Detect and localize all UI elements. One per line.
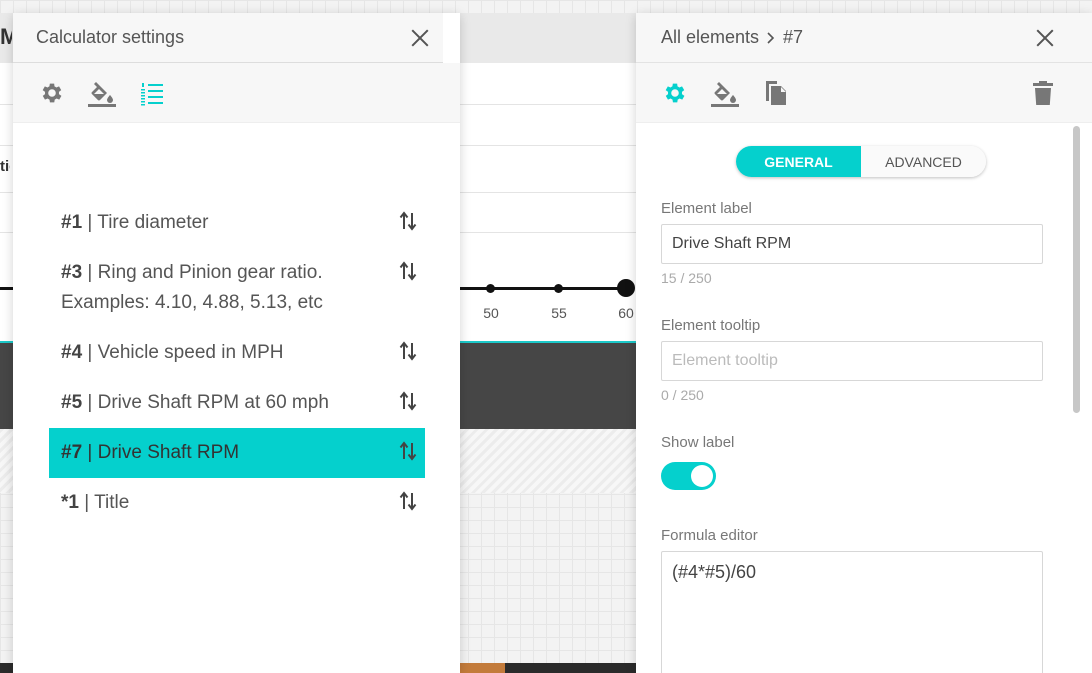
element-name: | Tire diameter [82,212,209,233]
list-item[interactable]: #3 | Ring and Pinion gear ratio. Example… [49,248,425,328]
element-list: #1 | Tire diameter #3 | Ring and Pinion g… [49,198,425,528]
panel-title: Calculator settings [36,27,185,47]
element-name: | Vehicle speed in MPH [82,342,284,363]
gear-icon[interactable] [660,78,690,108]
slider-tick-label: 60 [618,305,634,321]
list-item[interactable]: #1 | Tire diameter [49,198,425,248]
slider-step-dot [486,284,495,293]
tab-advanced[interactable]: ADVANCED [861,146,986,177]
numbered-list-icon[interactable] [137,78,167,108]
element-tooltip-counter: 0 / 250 [661,387,704,403]
panel-header: Calculator settings [13,13,443,63]
settings-tab-switch: GENERAL ADVANCED [736,146,986,177]
element-number: *1 [61,492,79,513]
reorder-icon[interactable] [399,259,417,283]
slider-tick-label: 50 [483,305,499,321]
reorder-icon[interactable] [399,389,417,413]
slider-tick-label: 55 [551,305,567,321]
chevron-right-icon [767,31,775,44]
breadcrumb: All elements #7 [661,27,803,48]
panel-header: All elements #7 [636,13,1092,63]
element-label-input[interactable] [661,224,1043,264]
element-label-counter: 15 / 250 [661,270,712,286]
list-item[interactable]: *1 | Title [49,478,425,528]
breadcrumb-current: #7 [783,27,804,47]
tab-general[interactable]: GENERAL [736,146,861,177]
duplicate-icon[interactable] [760,78,790,108]
element-name: | Title [78,492,130,513]
reorder-icon[interactable] [399,489,417,513]
breadcrumb-root-link[interactable]: All elements [661,27,759,48]
close-button[interactable] [1034,27,1056,49]
list-item[interactable]: #5 | Drive Shaft RPM at 60 mph [49,378,425,428]
element-number: #1 [61,212,83,233]
calculator-settings-panel: Calculator settings #1 | Tire diameter #3… [13,13,460,673]
element-toolbar [636,63,1092,123]
paint-bucket-icon[interactable] [710,78,740,108]
speed-slider-handle[interactable] [617,279,635,297]
element-label-heading: Element label [661,200,752,217]
paint-bucket-icon[interactable] [87,78,117,108]
element-name: | Drive Shaft RPM at 60 mph [82,392,329,413]
element-number: #7 [61,442,83,463]
gear-icon[interactable] [37,78,67,108]
show-label-toggle[interactable] [661,462,716,490]
element-name: | Ring and Pinion gear ratio. Examples: … [61,262,323,313]
element-tooltip-input[interactable] [661,341,1043,381]
element-settings-panel: All elements #7 GENERAL ADVANCED Element… [636,13,1092,673]
close-button[interactable] [409,27,431,49]
show-label-heading: Show label [661,434,735,451]
list-item[interactable]: #4 | Vehicle speed in MPH [49,328,425,378]
settings-toolbar [13,63,460,123]
formula-editor-heading: Formula editor [661,527,758,544]
element-name: | Drive Shaft RPM [82,442,240,463]
element-number: #5 [61,392,83,413]
slider-step-dot [554,284,563,293]
element-number: #4 [61,342,83,363]
scrollbar-thumb[interactable] [1073,126,1080,413]
reorder-icon[interactable] [399,339,417,363]
element-tooltip-heading: Element tooltip [661,317,761,334]
element-number: #3 [61,262,83,283]
canvas-title-fragment: M [0,24,12,49]
canvas-label-fragment: tic [0,158,10,175]
formula-editor[interactable]: (#4*#5)/60 [661,551,1043,673]
toggle-knob [691,465,713,487]
list-item[interactable]: #7 | Drive Shaft RPM [49,428,425,478]
trash-icon[interactable] [1028,78,1058,108]
reorder-icon[interactable] [399,439,417,463]
reorder-icon[interactable] [399,209,417,233]
